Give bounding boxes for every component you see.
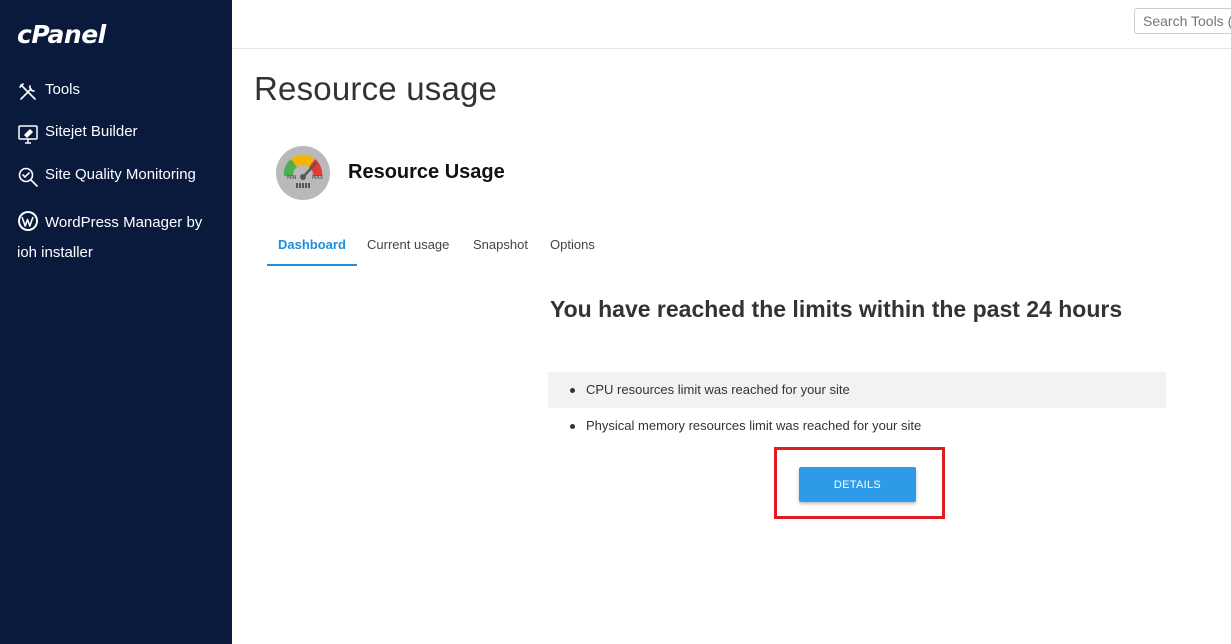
list-item: Physical memory resources limit was reac…	[548, 408, 1166, 444]
top-bar	[232, 0, 1231, 49]
tab-snapshot[interactable]: Snapshot	[473, 226, 528, 264]
gauge-icon: MIN MAX	[276, 146, 330, 200]
tab-current-usage[interactable]: Current usage	[367, 226, 449, 264]
sidebar-item-wordpress-manager[interactable]: WordPress Manager by ioh installer	[17, 208, 217, 268]
list-item: CPU resources limit was reached for your…	[548, 372, 1166, 408]
sidebar-item-label: Tools	[45, 81, 81, 98]
wordpress-icon	[17, 210, 39, 232]
details-button[interactable]: DETAILS	[799, 467, 916, 502]
sidebar-item-label: Sitejet Builder	[45, 123, 138, 140]
gauge-min-label: MIN	[287, 175, 297, 181]
tab-options[interactable]: Options	[550, 226, 595, 264]
sidebar-item-label: Site Quality Monitoring	[45, 166, 196, 183]
app-title: Resource Usage	[348, 161, 505, 183]
gauge-max-label: MAX	[312, 175, 324, 181]
tab-dashboard[interactable]: Dashboard	[267, 226, 357, 266]
sidebar: cPanel Tools Sitejet Builder Site Qualit…	[0, 0, 232, 644]
sidebar-item-site-quality-monitoring[interactable]: Site Quality Monitoring	[17, 166, 196, 188]
limits-headline: You have reached the limits within the p…	[550, 296, 1123, 322]
cpanel-logo[interactable]: cPanel	[17, 20, 106, 49]
sidebar-item-sitejet-builder[interactable]: Sitejet Builder	[17, 123, 138, 145]
limits-list: CPU resources limit was reached for your…	[548, 372, 1166, 444]
sidebar-item-tools[interactable]: Tools	[17, 81, 80, 103]
page-title: Resource usage	[254, 70, 498, 107]
sidebar-item-label: WordPress Manager by ioh installer	[17, 214, 203, 261]
monitor-builder-icon	[17, 123, 39, 145]
tools-icon	[17, 81, 39, 103]
search-tools-input[interactable]	[1134, 8, 1231, 34]
magnifier-check-icon	[17, 166, 39, 188]
